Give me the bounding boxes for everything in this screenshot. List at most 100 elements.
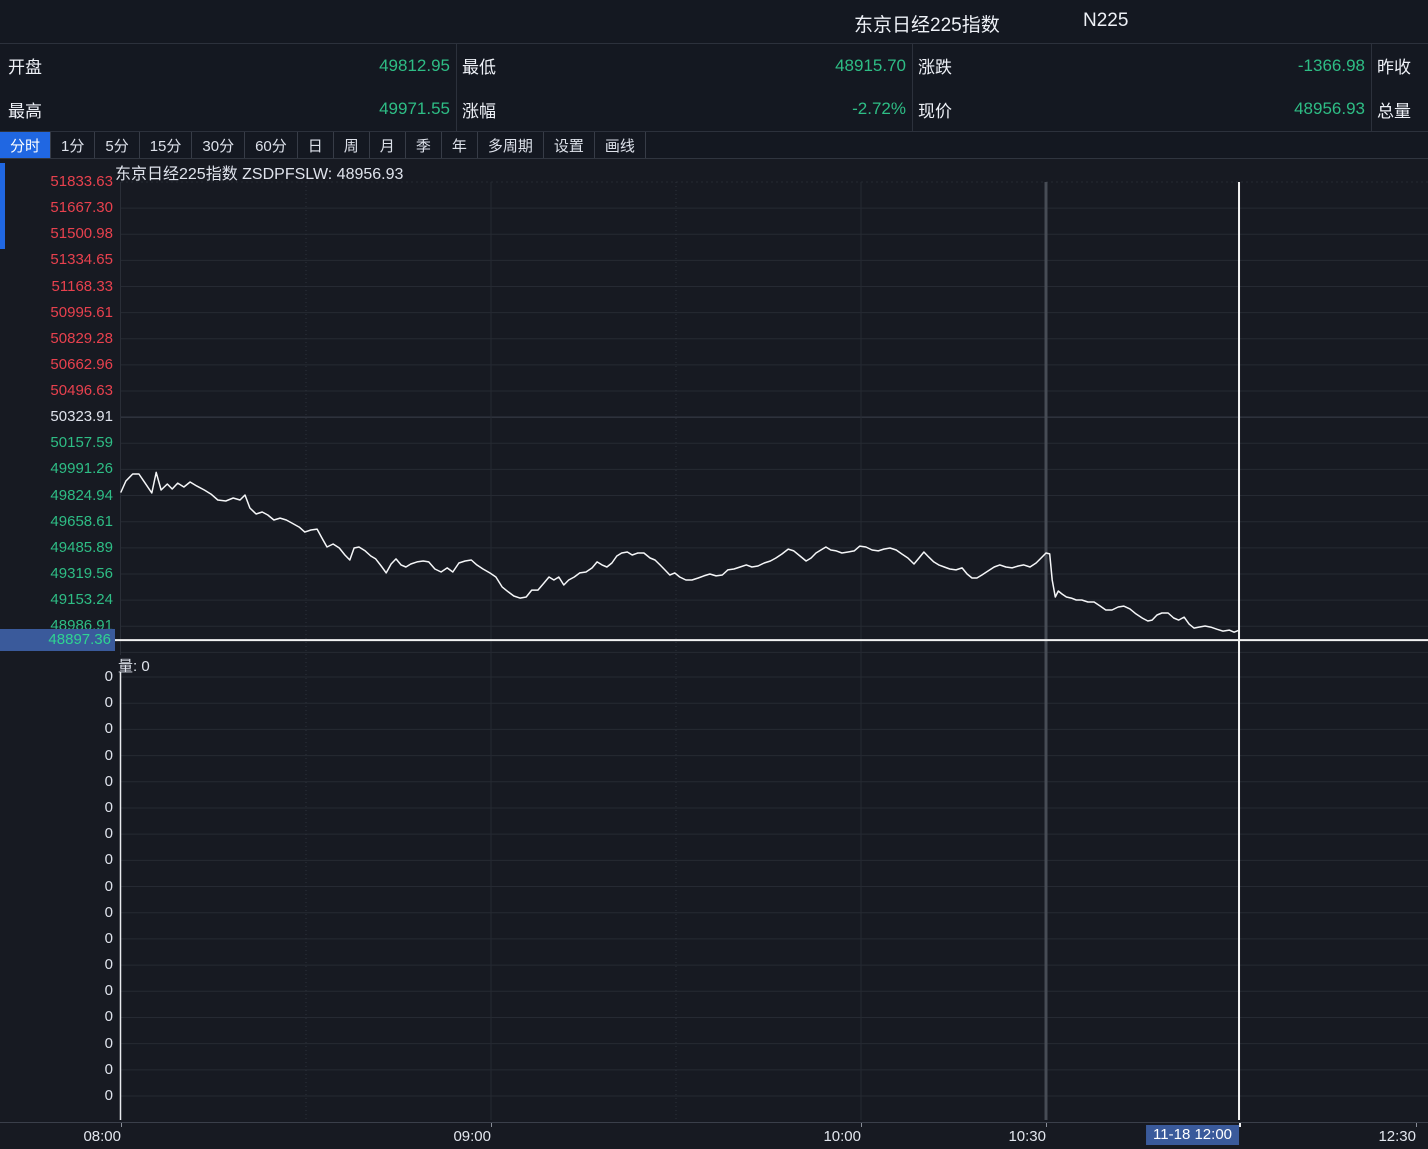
time-axis-label: 12:30 — [1378, 1128, 1416, 1145]
info-value: 49812.95 — [42, 56, 456, 76]
tab-月[interactable]: 月 — [370, 132, 406, 158]
price-axis-tick: 50662.96 — [0, 357, 113, 373]
info-value: -1366.98 — [952, 56, 1371, 76]
tab-分时[interactable]: 分时 — [0, 132, 51, 158]
info-label: 最高 — [0, 97, 42, 122]
price-line — [121, 472, 1238, 632]
price-axis-tick: 51667.30 — [0, 200, 113, 216]
time-axis-tick — [1046, 1123, 1047, 1127]
price-axis-tick: 51500.98 — [0, 226, 113, 242]
price-axis-tick: 49319.56 — [0, 566, 113, 582]
volume-axis-tick: 0 — [0, 983, 113, 999]
volume-legend: 量: 0 — [118, 655, 150, 676]
chart-area[interactable]: 51833.63 51667.30 51500.98 51334.65 51168.33… — [0, 159, 1428, 1122]
info-cell: 昨收 — [1372, 44, 1428, 88]
tab-画线[interactable]: 画线 — [595, 132, 646, 158]
price-axis-tick: 50496.63 — [0, 383, 113, 399]
volume-axis-tick: 0 — [0, 695, 113, 711]
volume-axis-tick: 0 — [0, 905, 113, 921]
info-label: 现价 — [913, 97, 952, 122]
tab-多周期[interactable]: 多周期 — [478, 132, 544, 158]
price-axis-tick: 49658.61 — [0, 514, 113, 530]
price-axis-tick: 49824.94 — [0, 488, 113, 504]
time-axis-tick — [861, 1123, 862, 1127]
volume-axis-tick: 0 — [0, 669, 113, 685]
tab-季[interactable]: 季 — [406, 132, 442, 158]
tab-5分[interactable]: 5分 — [95, 132, 139, 158]
time-axis-label: 09:00 — [453, 1128, 491, 1145]
tab-设置[interactable]: 设置 — [544, 132, 595, 158]
period-tab-bar: 分时1分5分15分30分60分日周月季年多周期设置画线 — [0, 132, 1428, 159]
volume-axis-tick: 0 — [0, 957, 113, 973]
tab-周[interactable]: 周 — [334, 132, 370, 158]
stock-app-window: { "window": { "title": "东京日经225指数", "sym… — [0, 0, 1428, 1149]
title-bar: 东京日经225指数 N225 — [0, 0, 1428, 44]
instrument-symbol: N225 — [1083, 10, 1128, 32]
tab-15分[interactable]: 15分 — [140, 132, 193, 158]
info-cell: 涨幅-2.72% — [457, 88, 912, 132]
volume-axis-tick: 0 — [0, 721, 113, 737]
price-axis-tick: 50157.59 — [0, 435, 113, 451]
info-label: 总量 — [1372, 97, 1411, 122]
price-axis-tick: 50323.91 — [0, 409, 113, 425]
volume-axis-tick: 0 — [0, 774, 113, 790]
volume-axis-tick: 0 — [0, 748, 113, 764]
tab-日[interactable]: 日 — [298, 132, 334, 158]
info-label: 最低 — [457, 53, 496, 78]
price-axis-tick: 49991.26 — [0, 461, 113, 477]
info-value: 48915.70 — [496, 56, 912, 76]
info-cell: 最高49971.55 — [0, 88, 456, 132]
info-label: 开盘 — [0, 53, 42, 78]
volume-axis-tick: 0 — [0, 826, 113, 842]
left-scroll-indicator[interactable] — [0, 163, 5, 249]
info-cell: 现价48956.93 — [913, 88, 1371, 132]
info-cell: 总量 — [1372, 88, 1428, 132]
crosshair-time-tag: 11-18 12:00 — [1146, 1125, 1239, 1145]
time-axis-tick — [121, 1123, 122, 1127]
price-axis-tick: 51334.65 — [0, 252, 113, 268]
info-cell: 开盘49812.95 — [0, 44, 456, 88]
info-label: 涨跌 — [913, 53, 952, 78]
info-value: 49971.55 — [42, 99, 456, 119]
info-value: -2.72% — [496, 99, 912, 119]
crosshair-price-tag: 48897.36 — [0, 629, 115, 651]
info-value: 48956.93 — [952, 99, 1371, 119]
volume-axis-tick: 0 — [0, 1036, 113, 1052]
price-axis-tick: 51168.33 — [0, 279, 113, 295]
time-axis-label: 08:00 — [83, 1128, 121, 1145]
volume-axis-tick: 0 — [0, 852, 113, 868]
volume-axis-tick: 0 — [0, 1062, 113, 1078]
info-label: 昨收 — [1372, 53, 1411, 78]
price-axis-tick: 49153.24 — [0, 592, 113, 608]
tab-60分[interactable]: 60分 — [245, 132, 298, 158]
volume-axis-tick: 0 — [0, 879, 113, 895]
time-axis-tick — [491, 1123, 492, 1127]
tab-年[interactable]: 年 — [442, 132, 478, 158]
price-axis-tick: 49485.89 — [0, 540, 113, 556]
tab-1分[interactable]: 1分 — [51, 132, 95, 158]
info-column: 最低48915.70涨幅-2.72% — [456, 44, 912, 131]
time-axis-bar: 08:00 09:00 10:00 10:30 11-18 12:00 12:30 — [0, 1122, 1428, 1149]
volume-axis-tick: 0 — [0, 800, 113, 816]
volume-axis-tick: 0 — [0, 1009, 113, 1025]
info-column: 涨跌-1366.98现价48956.93 — [912, 44, 1371, 131]
time-axis-tick — [1416, 1123, 1417, 1127]
instrument-title: 东京日经225指数 — [854, 10, 1000, 37]
time-axis-tick — [1239, 1123, 1241, 1127]
info-cell: 最低48915.70 — [457, 44, 912, 88]
time-axis-label: 10:30 — [1008, 1128, 1046, 1145]
price-axis-tick: 50829.28 — [0, 331, 113, 347]
volume-axis-tick: 0 — [0, 931, 113, 947]
chart-canvas — [0, 159, 1428, 1122]
time-axis-label: 10:00 — [823, 1128, 861, 1145]
tabbar-filler — [646, 132, 1428, 158]
tab-30分[interactable]: 30分 — [192, 132, 245, 158]
price-axis-tick: 50995.61 — [0, 305, 113, 321]
chart-legend: 东京日经225指数 ZSDPFSLW: 48956.93 — [115, 160, 403, 184]
info-label: 涨幅 — [457, 97, 496, 122]
info-cell: 涨跌-1366.98 — [913, 44, 1371, 88]
info-column: 开盘49812.95最高49971.55 — [0, 44, 456, 131]
quote-info-bar: 开盘49812.95最高49971.55最低48915.70涨幅-2.72%涨跌… — [0, 44, 1428, 132]
price-axis-tick: 51833.63 — [0, 174, 113, 190]
volume-axis-tick: 0 — [0, 1088, 113, 1104]
